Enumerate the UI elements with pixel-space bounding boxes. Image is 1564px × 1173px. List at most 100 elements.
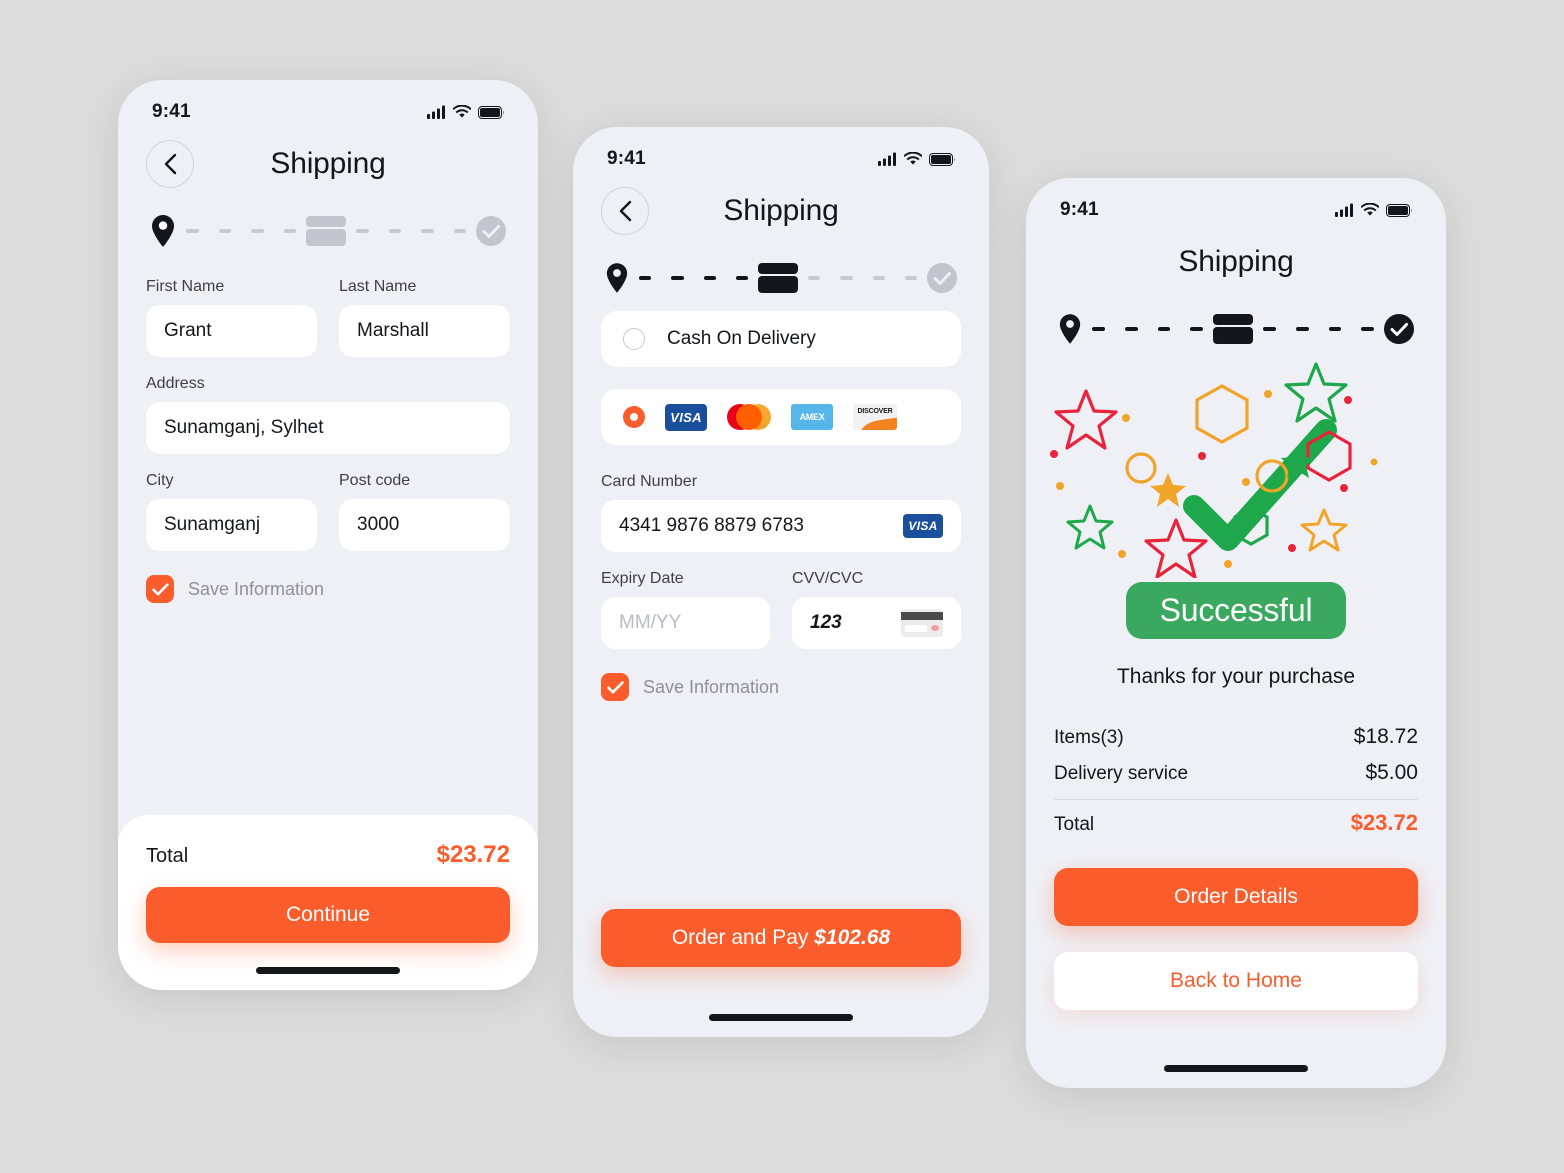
stepper-line-2 [798,276,927,280]
first-name-label: First Name [146,278,225,295]
visa-badge-icon: VISA [903,514,943,538]
discover-logo-icon: DISCOVER [853,404,897,430]
radio-selected-icon[interactable] [623,406,645,428]
visa-logo-icon: VISA [665,403,707,431]
total-row: Total $23.72 [146,841,510,869]
step-location-icon[interactable] [605,262,629,294]
checkout-stepper [573,249,989,307]
checkout-footer: Total $23.72 Continue [118,815,538,990]
post-code-label: Post code [339,472,411,489]
nav-bar: Shipping [573,173,989,249]
cellular-signal-icon [427,105,445,119]
summary-total-label: Total [1054,814,1095,835]
back-button[interactable] [601,187,649,235]
status-bar: 9:41 [1026,178,1446,224]
expiry-date-input[interactable]: MM/YY [601,597,770,649]
summary-total-row: Total $23.72 [1054,804,1418,842]
status-bar-icons [878,152,955,166]
stepper-line-2 [1253,327,1384,331]
battery-icon [478,105,504,119]
save-information-label: Save Information [188,578,325,599]
order-and-pay-button[interactable]: Order and Pay $102.68 [601,909,961,967]
visa-wordmark: VISA [665,403,707,431]
total-value: $23.72 [436,841,510,868]
page-title: Shipping [1178,245,1294,278]
pay-action-area: Order and Pay $102.68 [601,909,961,967]
battery-icon [929,152,955,166]
name-row: First Name Grant Last Name Marshall [146,260,510,357]
save-information-checkbox[interactable] [146,575,174,603]
summary-value: $18.72 [1353,725,1418,748]
status-bar: 9:41 [118,80,538,126]
mastercard-logo-icon: mastercard [727,404,771,430]
home-indicator [1164,1065,1308,1072]
back-to-home-button[interactable]: Back to Home [1054,952,1418,1010]
discover-wordmark: DISCOVER [857,408,893,415]
post-code-input[interactable]: 3000 [339,499,510,551]
last-name-label: Last Name [339,278,417,295]
city-label: City [146,472,174,489]
status-bar: 9:41 [573,127,989,173]
continue-button[interactable]: Continue [146,887,510,943]
cvv-input[interactable]: 123 [792,597,961,649]
expiry-date-label: Expiry Date [601,570,684,587]
cellular-signal-icon [878,152,896,166]
status-bar-icons [427,105,504,119]
back-button[interactable] [146,140,194,188]
success-actions: Order Details Back to Home [1054,868,1418,1010]
cvv-value: 123 [810,612,842,633]
summary-total-value: $23.72 [1350,810,1418,835]
step-check-icon[interactable] [927,263,957,293]
card-number-label: Card Number [601,473,698,490]
stepper-line-2 [346,229,476,233]
summary-value: $5.00 [1365,761,1418,784]
canvas: 9:41 Shipping First Name Grant Last Name… [0,0,1564,1173]
step-check-icon[interactable] [476,216,506,246]
success-badge-wrap: Successful [1026,582,1446,639]
first-name-input[interactable]: Grant [146,305,317,357]
chevron-left-icon [619,200,631,222]
wifi-icon [1361,203,1379,216]
step-location-icon[interactable] [1058,313,1082,345]
cash-on-delivery-option[interactable]: Cash On Delivery [601,311,961,367]
cvv-hint-card-icon [901,609,943,637]
status-bar-icons [1335,203,1412,217]
radio-unselected-icon[interactable] [623,328,645,350]
step-check-icon[interactable] [1384,314,1414,344]
amex-logo-icon: AMEX [791,404,833,430]
card-payment-option[interactable]: VISA mastercard AMEX DISCOVER [601,389,961,445]
phone-screen-shipping-address: 9:41 Shipping First Name Grant Last Name… [118,80,538,990]
summary-row: Delivery service $5.00 [1054,755,1418,791]
cvv-label: CVV/CVC [792,570,864,587]
save-information-row[interactable]: Save Information [146,575,510,603]
nav-bar: Shipping [118,126,538,202]
status-badge: Successful [1125,582,1347,639]
shipping-form: First Name Grant Last Name Marshall Addr… [118,260,538,603]
save-information-label: Save Information [643,676,780,697]
cash-on-delivery-label: Cash On Delivery [667,328,816,349]
order-details-button[interactable]: Order Details [1054,868,1418,926]
card-number-input[interactable]: 4341 9876 8879 6783 VISA [601,500,961,552]
home-indicator [256,967,400,974]
last-name-input[interactable]: Marshall [339,305,510,357]
card-number-value: 4341 9876 8879 6783 [619,515,804,536]
check-icon [606,680,624,693]
step-card-icon[interactable] [306,216,346,246]
save-information-row[interactable]: Save Information [601,673,961,701]
status-bar-clock: 9:41 [152,101,191,122]
stepper-line-1 [629,276,758,280]
nav-bar: Shipping [1026,224,1446,300]
checkout-stepper [1026,300,1446,358]
city-input[interactable]: Sunamganj [146,499,317,551]
expiry-cvv-row: Expiry Date MM/YY CVV/CVC 123 [601,552,961,649]
save-information-checkbox[interactable] [601,673,629,701]
step-card-icon[interactable] [758,263,798,293]
step-location-icon[interactable] [150,214,176,248]
address-label: Address [146,375,205,392]
city-postcode-row: City Sunamganj Post code 3000 [146,454,510,551]
cellular-signal-icon [1335,203,1353,217]
summary-row: Items(3) $18.72 [1054,719,1418,755]
address-input[interactable]: Sunamganj, Sylhet [146,402,510,454]
step-card-icon[interactable] [1213,314,1253,344]
summary-label: Delivery service [1054,763,1189,784]
